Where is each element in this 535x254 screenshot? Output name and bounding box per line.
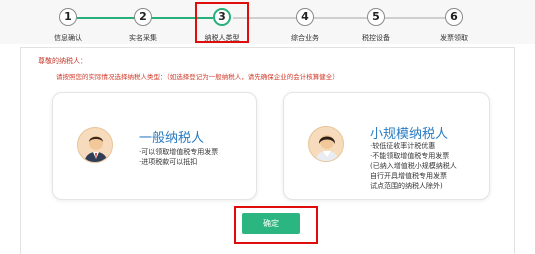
- step-6-circle: 6: [445, 8, 463, 26]
- general-taxpayer-card[interactable]: 一般纳税人 ·可以领取增值税专用发票 ·进项税款可以抵扣: [52, 92, 257, 200]
- greeting-text: 尊敬的纳税人：: [38, 57, 87, 65]
- small-scale-taxpayer-card[interactable]: 小规模纳税人 ·较低征收率计税优惠 ·不能领取增值税专用发票 (已纳入增值税小规…: [283, 92, 490, 200]
- small-scale-desc-3: (已纳入增值税小规模纳税人: [370, 162, 457, 170]
- general-taxpayer-desc-1: ·可以领取增值税专用发票: [139, 148, 219, 156]
- step-1-label: 信息确认: [54, 34, 82, 42]
- step-1-circle: 1: [59, 8, 77, 26]
- current-step-highlight: [195, 2, 249, 43]
- small-scale-taxpayer-title: 小规模纳税人: [370, 127, 449, 142]
- female-avatar-icon: [308, 126, 344, 162]
- step-connector-todo: [233, 17, 455, 19]
- step-2-label: 实名采集: [129, 34, 157, 42]
- step-4-label: 综合业务: [291, 34, 319, 42]
- general-taxpayer-title: 一般纳税人: [139, 131, 205, 146]
- male-avatar-icon: [77, 127, 113, 163]
- notice-text: 请按照您的实际情况选择纳税人类型：（如选择登记为一般纳税人，请先确保企业的会计核…: [56, 73, 339, 81]
- step-4-circle: 4: [296, 8, 314, 26]
- step-5-circle: 5: [367, 8, 385, 26]
- small-scale-desc-4: 自行开具增值税专用发票: [370, 172, 447, 180]
- step-2-circle: 2: [134, 8, 152, 26]
- step-5-label: 税控设备: [362, 34, 390, 42]
- step-6-label: 发票领取: [440, 34, 468, 42]
- small-scale-desc-1: ·较低征收率计税优惠: [370, 142, 436, 150]
- small-scale-desc-5: 试点范围的纳税人除外): [370, 182, 443, 190]
- general-taxpayer-desc-2: ·进项税款可以抵扣: [139, 158, 198, 166]
- small-scale-desc-2: ·不能领取增值税专用发票: [370, 152, 450, 160]
- progress-stepper: 1 信息确认 2 实名采集 3 纳税人类型 4 综合业务 5 税控设备 6 发票…: [0, 0, 535, 44]
- confirm-button[interactable]: 确定: [242, 213, 300, 234]
